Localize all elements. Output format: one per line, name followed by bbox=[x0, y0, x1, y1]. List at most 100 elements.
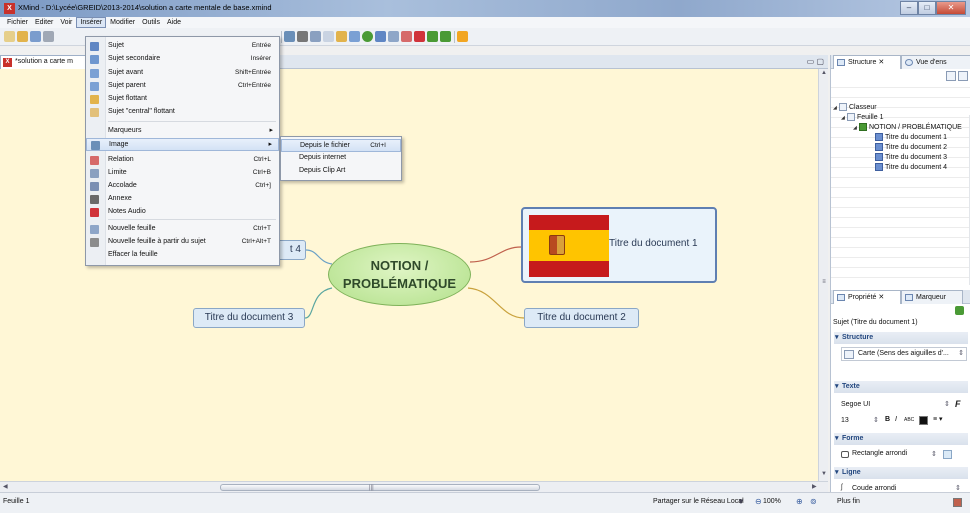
tree-view-icon[interactable] bbox=[946, 71, 956, 81]
menu-item-15[interactable]: Effacer la feuille bbox=[86, 249, 279, 262]
list-view-icon[interactable] bbox=[958, 71, 968, 81]
topic-document-1[interactable]: Titre du document 1 bbox=[521, 207, 717, 283]
central-topic[interactable]: NOTION / PROBLÉMATIQUE bbox=[328, 243, 471, 306]
status-bar: Feuille 1 Partager sur le Réseau Local ▼… bbox=[0, 492, 970, 513]
menu-item-shortcut: Ctrl+] bbox=[255, 182, 271, 189]
scroll-grip-icon: ||| bbox=[369, 485, 374, 491]
font-style-icon[interactable]: F bbox=[955, 399, 961, 409]
topic-icon bbox=[875, 133, 883, 142]
scroll-right-icon[interactable]: ▶ bbox=[812, 483, 817, 490]
size-spinner-icon[interactable]: ⇕ bbox=[873, 416, 879, 424]
horizontal-scroll-thumb[interactable]: ||| bbox=[220, 484, 540, 491]
menu-item-shortcut: Ctrl+L bbox=[253, 156, 271, 163]
horizontal-scrollbar[interactable]: ◀ ||| ▶ bbox=[0, 481, 828, 492]
share-local-network[interactable]: Partager sur le Réseau Local bbox=[653, 498, 744, 505]
italic-icon[interactable]: I bbox=[895, 416, 897, 423]
menu-item-shortcut: Entrée bbox=[251, 42, 271, 49]
zoom-in-icon[interactable]: ⊕ bbox=[796, 497, 803, 506]
line-color-swatch[interactable] bbox=[953, 498, 962, 507]
font-size-value[interactable]: 13 bbox=[841, 417, 849, 424]
section-structure[interactable]: Structure bbox=[834, 332, 968, 344]
submenu-arrow-icon: ▸ bbox=[268, 141, 272, 148]
tree-item[interactable]: Titre du document 3 bbox=[875, 153, 947, 163]
section-forme[interactable]: Forme bbox=[834, 433, 968, 445]
zoom-fit-icon[interactable]: ⊚ bbox=[810, 497, 817, 506]
scroll-up-icon[interactable]: ▲ bbox=[820, 70, 828, 78]
menu-item-11[interactable]: Annexe bbox=[86, 193, 279, 206]
line-style-value[interactable]: Coude arrondi bbox=[852, 485, 896, 492]
scroll-grip-icon[interactable]: ≡ bbox=[820, 279, 828, 287]
align-icon[interactable]: ≡ ▾ bbox=[933, 415, 943, 423]
filter-icon[interactable]: ▼ bbox=[737, 497, 745, 506]
line-style-spinner-icon[interactable]: ⇕ bbox=[955, 484, 961, 492]
menu-item-2[interactable]: Sujet avant Shift+Entrée bbox=[86, 67, 279, 80]
right-panel: Structure ✕ Vue d'ens ◢ Classeur ◢ Feuille … bbox=[830, 55, 970, 492]
menu-item-shortcut: Ctrl+Alt+T bbox=[241, 238, 271, 245]
zoom-level[interactable]: 100% bbox=[763, 498, 781, 505]
menu-item-14[interactable]: Nouvelle feuille à partir du sujet Ctrl+A… bbox=[86, 236, 279, 249]
tab-markers[interactable]: Marqueur bbox=[901, 290, 963, 304]
menu-item-0[interactable]: Sujet Entrée bbox=[86, 40, 279, 53]
image-submenu-item-2[interactable]: Depuis Clip Art bbox=[281, 165, 401, 178]
menu-item-1[interactable]: Sujet secondaire Insérer bbox=[86, 53, 279, 66]
tab-structure[interactable]: Structure ✕ bbox=[833, 55, 901, 69]
tree-item[interactable]: ◢ Feuille 1 bbox=[841, 113, 883, 123]
central-topic-line1: NOTION / bbox=[370, 258, 429, 273]
menu-item-label: Effacer la feuille bbox=[108, 251, 158, 258]
tree-item[interactable]: Titre du document 2 bbox=[875, 143, 947, 153]
menu-item-5[interactable]: Sujet "central" flottant bbox=[86, 106, 279, 119]
rounded-rect-icon bbox=[841, 451, 849, 458]
fill-color-swatch[interactable] bbox=[943, 450, 952, 459]
subtopic-icon bbox=[90, 55, 99, 64]
properties-menu-icon[interactable] bbox=[955, 306, 964, 315]
menu-item-shortcut: Insérer bbox=[250, 55, 271, 62]
menu-item-12[interactable]: Notes Audio bbox=[86, 206, 279, 219]
topic-document-2[interactable]: Titre du document 2 bbox=[524, 308, 639, 328]
floating-topic-icon bbox=[90, 95, 99, 104]
map-structure-icon bbox=[844, 350, 854, 359]
summary-icon bbox=[90, 182, 99, 191]
magnifier-icon bbox=[905, 59, 913, 66]
zoom-out-icon[interactable]: ⊖ bbox=[755, 497, 762, 506]
tab-overview[interactable]: Vue d'ens bbox=[901, 55, 970, 69]
menu-item-label: Annexe bbox=[108, 195, 132, 202]
scroll-down-icon[interactable]: ▼ bbox=[820, 471, 828, 479]
tree-item[interactable]: ◢ Classeur bbox=[833, 103, 877, 113]
font-family-value[interactable]: Segoe UI bbox=[841, 401, 870, 408]
elbow-line-icon: ʃ bbox=[841, 484, 843, 491]
menu-item-13[interactable]: Nouvelle feuille Ctrl+T bbox=[86, 223, 279, 236]
menu-item-3[interactable]: Sujet parent Ctrl+Entrée bbox=[86, 80, 279, 93]
menu-item-shortcut: Ctrl+T bbox=[253, 225, 271, 232]
sheet-icon bbox=[847, 113, 855, 122]
menu-item-9[interactable]: Limite Ctrl+B bbox=[86, 167, 279, 180]
tab-properties[interactable]: Propriété ✕ bbox=[833, 290, 901, 304]
structure-icon bbox=[837, 59, 845, 66]
submenu-item-shortcut: Ctrl+I bbox=[370, 142, 386, 149]
tree-item[interactable]: Titre du document 4 bbox=[875, 163, 947, 173]
topic-document-3[interactable]: Titre du document 3 bbox=[193, 308, 305, 328]
vertical-scrollbar[interactable]: ▲ ≡ ▼ bbox=[818, 69, 828, 481]
menu-item-4[interactable]: Sujet flottant bbox=[86, 93, 279, 106]
shape-spinner-icon[interactable]: ⇕ bbox=[931, 450, 937, 458]
submenu-item-label: Depuis Clip Art bbox=[299, 167, 346, 174]
menu-item-6[interactable]: Marqueurs ▸ bbox=[86, 125, 279, 138]
tree-item[interactable]: Titre du document 1 bbox=[875, 133, 947, 143]
image-submenu-item-1[interactable]: Depuis internet bbox=[281, 152, 401, 165]
scroll-left-icon[interactable]: ◀ bbox=[3, 483, 8, 490]
section-texte[interactable]: Texte bbox=[834, 381, 968, 393]
bold-icon[interactable]: B bbox=[885, 416, 890, 423]
font-spinner-icon[interactable]: ⇕ bbox=[944, 400, 950, 408]
menu-item-7[interactable]: Image ▸ bbox=[86, 138, 279, 151]
workbook-icon bbox=[839, 103, 847, 112]
image-submenu-item-0[interactable]: Depuis le fichier Ctrl+I bbox=[281, 139, 401, 152]
tree-item[interactable]: ◢ NOTION / PROBLÉMATIQUE bbox=[853, 123, 962, 133]
section-ligne[interactable]: Ligne bbox=[834, 467, 968, 479]
text-color-swatch[interactable] bbox=[919, 416, 928, 425]
structure-select[interactable]: Carte (Sens des aiguilles d'... ⇕ bbox=[841, 347, 967, 361]
line-width-label[interactable]: Plus fin bbox=[837, 498, 860, 505]
menu-item-10[interactable]: Accolade Ctrl+] bbox=[86, 180, 279, 193]
shape-value[interactable]: Rectangle arrondi bbox=[852, 450, 907, 457]
menu-item-8[interactable]: Relation Ctrl+L bbox=[86, 154, 279, 167]
strikethrough-icon[interactable]: ABC bbox=[904, 417, 914, 423]
sheet-tab[interactable]: Feuille 1 bbox=[3, 498, 29, 505]
